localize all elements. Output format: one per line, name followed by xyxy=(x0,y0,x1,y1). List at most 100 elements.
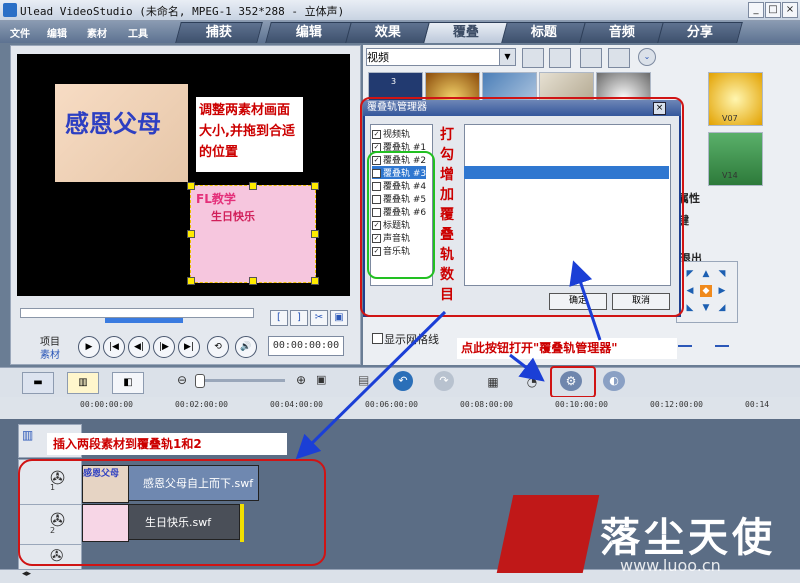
folder-icon[interactable]: ▤ xyxy=(358,373,369,387)
menu-file[interactable]: 文件 xyxy=(10,25,30,40)
chevron-down-icon[interactable]: ▼ xyxy=(499,48,516,66)
clip2-word: 生日快乐 xyxy=(211,210,255,223)
scrub-bar[interactable] xyxy=(20,308,254,318)
volume-icon[interactable]: 🔊 xyxy=(235,336,257,358)
watermark-text: 落尘天使 xyxy=(600,515,776,561)
arrow-left-icon[interactable]: ◀ xyxy=(684,285,696,297)
clip1-title: 感恩父母 xyxy=(65,110,161,138)
arrow-down-left-icon[interactable]: ◣ xyxy=(684,302,696,314)
thumb-label: V14 xyxy=(722,171,738,180)
menu-clip[interactable]: 素材 xyxy=(87,25,107,40)
play-button[interactable]: ▶ xyxy=(78,336,100,358)
library-dropdown[interactable]: 视频 xyxy=(366,48,516,66)
clip-label[interactable]: 素材 xyxy=(40,346,60,361)
clip2-logo: FL教学 xyxy=(196,192,236,206)
grid-checkbox[interactable] xyxy=(372,333,383,344)
enlarge-icon[interactable]: ▣ xyxy=(330,310,348,326)
watermark-logo xyxy=(496,495,600,573)
ruler-tick-label: 00:08:00:00 xyxy=(460,400,513,409)
prev-frame-button[interactable]: ◀| xyxy=(128,336,150,358)
level-icon[interactable] xyxy=(678,333,692,347)
app-icon xyxy=(3,3,17,17)
sort-icon[interactable] xyxy=(549,48,571,68)
arrow-up-right-icon[interactable]: ◥ xyxy=(716,268,728,280)
resize-handle[interactable] xyxy=(249,277,257,285)
grid-checkbox-label: 显示网格线 xyxy=(384,333,439,346)
tab-title[interactable]: 标题 xyxy=(501,22,587,43)
window-title: Ulead VideoStudio (未命名, MPEG-1 352*288 -… xyxy=(20,5,345,18)
overlay-clip-1[interactable]: 感恩父母 xyxy=(55,84,188,182)
resize-handle[interactable] xyxy=(311,182,319,190)
clips-highlight-box xyxy=(18,459,326,566)
overlay-clip-2[interactable]: FL教学 生日快乐 xyxy=(190,185,316,283)
ruler-tick-label: 00:12:00:00 xyxy=(650,400,703,409)
overlay-track-manager-icon[interactable]: ⚙ xyxy=(560,371,582,391)
center-icon[interactable]: ◆ xyxy=(700,285,712,297)
resize-handle[interactable] xyxy=(187,182,195,190)
library-dropdown-value: 视频 xyxy=(367,51,389,64)
zoom-slider[interactable] xyxy=(195,379,285,382)
insert-clips-annotation: 插入两段素材到覆叠轨1和2 xyxy=(47,433,287,455)
arrow-up-left-icon[interactable]: ◤ xyxy=(684,268,696,280)
refresh-icon[interactable] xyxy=(608,48,630,68)
ruler-tick-label: 00:00:00:00 xyxy=(80,400,133,409)
zoom-thumb[interactable] xyxy=(195,374,205,388)
arrow-right-icon[interactable]: ▶ xyxy=(716,285,728,297)
tab-share[interactable]: 分享 xyxy=(657,22,743,43)
zoom-out-icon[interactable]: ⊖ xyxy=(177,373,187,387)
title-bar: Ulead VideoStudio (未命名, MPEG-1 352*288 -… xyxy=(0,0,800,21)
ruler-tick-label: 00:04:00:00 xyxy=(270,400,323,409)
storyboard-view-icon[interactable]: ▬ xyxy=(22,372,54,394)
batch-convert-icon[interactable]: ▦ xyxy=(483,372,503,392)
resize-handle[interactable] xyxy=(249,182,257,190)
mark-out-button[interactable]: ] xyxy=(290,310,308,326)
resize-handle[interactable] xyxy=(311,230,319,238)
trim-selection[interactable] xyxy=(105,318,183,323)
close-button[interactable]: × xyxy=(782,2,798,18)
redo-icon[interactable]: ↷ xyxy=(434,371,454,391)
home-button[interactable]: |◀ xyxy=(103,336,125,358)
resize-annotation: 调整两素材画面大小,并拖到合适的位置 xyxy=(196,97,303,172)
mark-in-button[interactable]: [ xyxy=(270,310,288,326)
resize-handle[interactable] xyxy=(187,230,195,238)
menu-edit[interactable]: 编辑 xyxy=(47,25,67,40)
video-track-icon: ▥ xyxy=(22,428,34,442)
checkbox-highlight-box xyxy=(367,151,435,279)
menu-tools[interactable]: 工具 xyxy=(128,25,148,40)
end-button[interactable]: ▶| xyxy=(178,336,200,358)
tab-audio[interactable]: 音频 xyxy=(579,22,665,43)
fit-icon[interactable]: ▣ xyxy=(316,373,326,386)
library-manager-icon[interactable] xyxy=(580,48,602,68)
repeat-icon[interactable]: ⟲ xyxy=(207,336,229,358)
undo-icon[interactable]: ↶ xyxy=(393,371,413,391)
watermark-url: www.luoo.cn xyxy=(620,556,721,575)
scroll-left-icon[interactable]: ◂▸ xyxy=(22,569,31,579)
open-manager-annotation: 点此按钮打开"覆叠轨管理器" xyxy=(457,338,677,359)
level-icon[interactable] xyxy=(715,333,729,347)
minimize-button[interactable]: _ xyxy=(748,2,764,18)
audio-view-icon[interactable]: ◧ xyxy=(112,372,144,394)
tab-overlay[interactable]: 覆叠 xyxy=(423,22,509,43)
thumb-label: V07 xyxy=(722,114,738,123)
resize-handle[interactable] xyxy=(311,277,319,285)
clock-icon[interactable]: ◔ xyxy=(522,372,542,392)
folder-icon[interactable] xyxy=(522,48,544,68)
timeline-view-icon[interactable]: ▥ xyxy=(67,372,99,394)
resize-handle[interactable] xyxy=(187,277,195,285)
arrow-down-right-icon[interactable]: ◢ xyxy=(716,302,728,314)
timecode-field[interactable]: 00:00:00:00 xyxy=(268,336,344,356)
cut-icon[interactable]: ✂ xyxy=(310,310,328,326)
maximize-button[interactable]: □ xyxy=(765,2,781,18)
next-frame-button[interactable]: |▶ xyxy=(153,336,175,358)
zoom-in-icon[interactable]: ⊕ xyxy=(296,373,306,387)
arrow-up-icon[interactable]: ▲ xyxy=(700,268,712,280)
ruler-tick-label: 00:02:00:00 xyxy=(175,400,228,409)
tab-edit[interactable]: 编辑 xyxy=(265,22,353,43)
track-manager-icon[interactable]: ◐ xyxy=(603,371,625,391)
ruler-tick-label: 00:06:00:00 xyxy=(365,400,418,409)
expand-icon[interactable]: ⌄ xyxy=(638,48,656,66)
tab-capture[interactable]: 捕获 xyxy=(175,22,263,43)
ruler-tick-label: 00:10:00:00 xyxy=(555,400,608,409)
tab-effects[interactable]: 效果 xyxy=(345,22,431,43)
arrow-down-icon[interactable]: ▼ xyxy=(700,302,712,314)
